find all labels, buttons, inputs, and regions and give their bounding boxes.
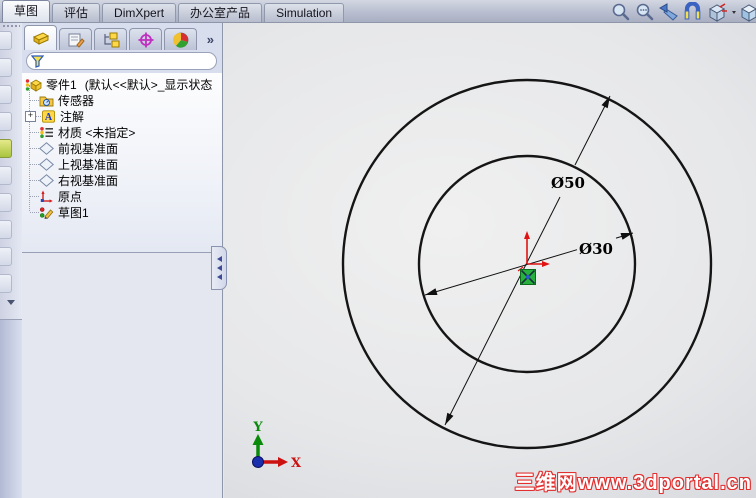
collapse-arrow-icon xyxy=(216,265,222,271)
tree-item-suffix: (默认<<默认>_显示状态 xyxy=(84,77,213,92)
toolbar-button[interactable] xyxy=(0,220,12,239)
filter-input[interactable] xyxy=(44,53,212,69)
reference-triad: Y X xyxy=(252,420,302,471)
tree-connector xyxy=(30,211,39,213)
plane-icon xyxy=(39,173,54,187)
tree-item-label: 传感器 xyxy=(58,93,95,108)
tree-item-top-plane[interactable]: 上视基准面 xyxy=(22,156,222,172)
plane-icon xyxy=(39,157,54,171)
tree-item-label: 右视基准面 xyxy=(58,173,119,188)
triad-y-label: Y xyxy=(252,420,263,435)
triad-x-label: X xyxy=(291,456,302,471)
tree-item-sensors[interactable]: 传感器 xyxy=(22,92,222,108)
origin-icon xyxy=(40,190,53,203)
tree-item-label: 注解 xyxy=(60,109,85,124)
tree-connector xyxy=(30,99,39,101)
view-orientation-icon[interactable] xyxy=(706,2,736,22)
zoom-to-fit-icon[interactable] xyxy=(610,2,631,22)
tree-item-material[interactable]: 材质 <未指定> xyxy=(22,124,222,140)
tree-filter xyxy=(26,52,217,70)
part-icon xyxy=(25,78,42,92)
filter-funnel-icon xyxy=(31,54,44,68)
dimension-label-inner[interactable]: Ø30 xyxy=(579,240,613,258)
tree-item-part1[interactable]: 零件1 (默认<<默认>_显示状态 xyxy=(22,76,222,92)
toolbar-button[interactable] xyxy=(0,166,12,185)
dimension-label-outer[interactable]: Ø50 xyxy=(551,174,585,192)
material-icon xyxy=(40,126,53,138)
dimxpertmanager-icon xyxy=(138,32,153,47)
manager-tabs-overflow[interactable]: » xyxy=(207,30,214,50)
tree-item-sketch1[interactable]: 草图1 xyxy=(22,204,222,220)
tree-item-label: 零件1 xyxy=(46,77,77,92)
propertymanager-icon xyxy=(68,33,85,48)
expand-toggle[interactable]: + xyxy=(25,110,36,122)
featuremanager-icon xyxy=(32,32,49,45)
tree-item-label: 材质 <未指定> xyxy=(58,125,136,140)
tab-configurationmanager[interactable] xyxy=(94,28,127,50)
collapse-arrow-icon xyxy=(216,274,222,280)
toolbar-button[interactable] xyxy=(0,247,12,266)
sketch-icon xyxy=(39,206,54,219)
sketch-canvas[interactable]: Ø50 Ø30 Y X xyxy=(224,23,756,498)
toolbar-button[interactable] xyxy=(0,112,12,131)
tree-connector xyxy=(30,147,39,149)
tree-connector xyxy=(30,131,39,133)
triad-z-axis-dot xyxy=(252,456,264,468)
manager-tab-row: » xyxy=(22,25,222,50)
previous-view-icon[interactable] xyxy=(658,2,679,22)
sketch-origin[interactable] xyxy=(517,231,550,272)
tree-item-right-plane[interactable]: 右视基准面 xyxy=(22,172,222,188)
left-toolbar-dock xyxy=(0,23,23,498)
svg-text:A: A xyxy=(45,112,53,123)
collapse-arrow-icon xyxy=(216,256,222,262)
annotations-icon: A xyxy=(42,109,55,123)
tab-displaymanager[interactable] xyxy=(164,28,197,50)
tree-item-label: 前视基准面 xyxy=(58,141,119,156)
toolbar-button[interactable] xyxy=(0,31,12,50)
tree-item-front-plane[interactable]: 前视基准面 xyxy=(22,140,222,156)
zoom-to-area-icon[interactable] xyxy=(634,2,655,22)
tree-item-annotations[interactable]: + A 注解 xyxy=(22,108,222,124)
tree-item-origin[interactable]: 原点 xyxy=(22,188,222,204)
watermark: 三维网www.3dportal.cn xyxy=(514,472,752,494)
tab-propertymanager[interactable] xyxy=(59,28,92,50)
dock-lower-strip xyxy=(0,319,22,498)
panel-lower-area xyxy=(22,253,222,498)
feature-tree: 零件1 (默认<<默认>_显示状态 传感器 + A 注解 材质 <未指定> 前视… xyxy=(22,73,222,253)
toolbar-button[interactable] xyxy=(0,274,12,293)
tree-item-label: 上视基准面 xyxy=(58,157,119,172)
tree-connector xyxy=(30,163,39,165)
view-toolbar xyxy=(610,2,756,22)
display-style-icon[interactable] xyxy=(739,2,756,22)
tree-connector xyxy=(30,195,39,197)
sensors-folder-icon xyxy=(39,96,54,106)
tree-item-label: 草图1 xyxy=(58,205,89,220)
graphics-viewport[interactable]: Ø50 Ø30 Y X 三维网www.3dportal.cn xyxy=(224,23,756,498)
toolbar-button[interactable] xyxy=(0,85,12,104)
toolbar-button[interactable] xyxy=(0,58,12,77)
ribbon-tab-dimxpert[interactable]: DimXpert xyxy=(102,3,177,22)
sketch-point-marker[interactable] xyxy=(520,269,536,285)
toolbar-button[interactable] xyxy=(0,139,12,158)
ribbon-tab-sketch[interactable]: 草图 xyxy=(2,0,51,22)
plane-icon xyxy=(39,141,54,155)
tab-dimxpertmanager[interactable] xyxy=(129,28,162,50)
section-view-icon[interactable] xyxy=(682,2,703,22)
toolbar-overflow-caret[interactable] xyxy=(7,300,15,305)
tree-item-label: 原点 xyxy=(58,189,83,204)
ribbon-tab-office-products[interactable]: 办公室产品 xyxy=(178,3,263,22)
ribbon-tab-simulation[interactable]: Simulation xyxy=(264,3,345,22)
ribbon-tab-evaluate[interactable]: 评估 xyxy=(52,3,101,22)
tab-featuremanager-tree[interactable] xyxy=(24,25,57,50)
configurationmanager-icon xyxy=(103,32,119,47)
displaymanager-icon xyxy=(172,32,188,48)
featuremanager-panel: » 零件1 (默认<<默认>_显示状态 传感器 + A 注解 材质 <未指定> … xyxy=(22,23,223,498)
panel-collapse-handle[interactable] xyxy=(211,246,227,290)
tree-connector xyxy=(30,179,39,181)
toolbar-button[interactable] xyxy=(0,193,12,212)
toolbar-grip[interactable] xyxy=(2,24,20,29)
